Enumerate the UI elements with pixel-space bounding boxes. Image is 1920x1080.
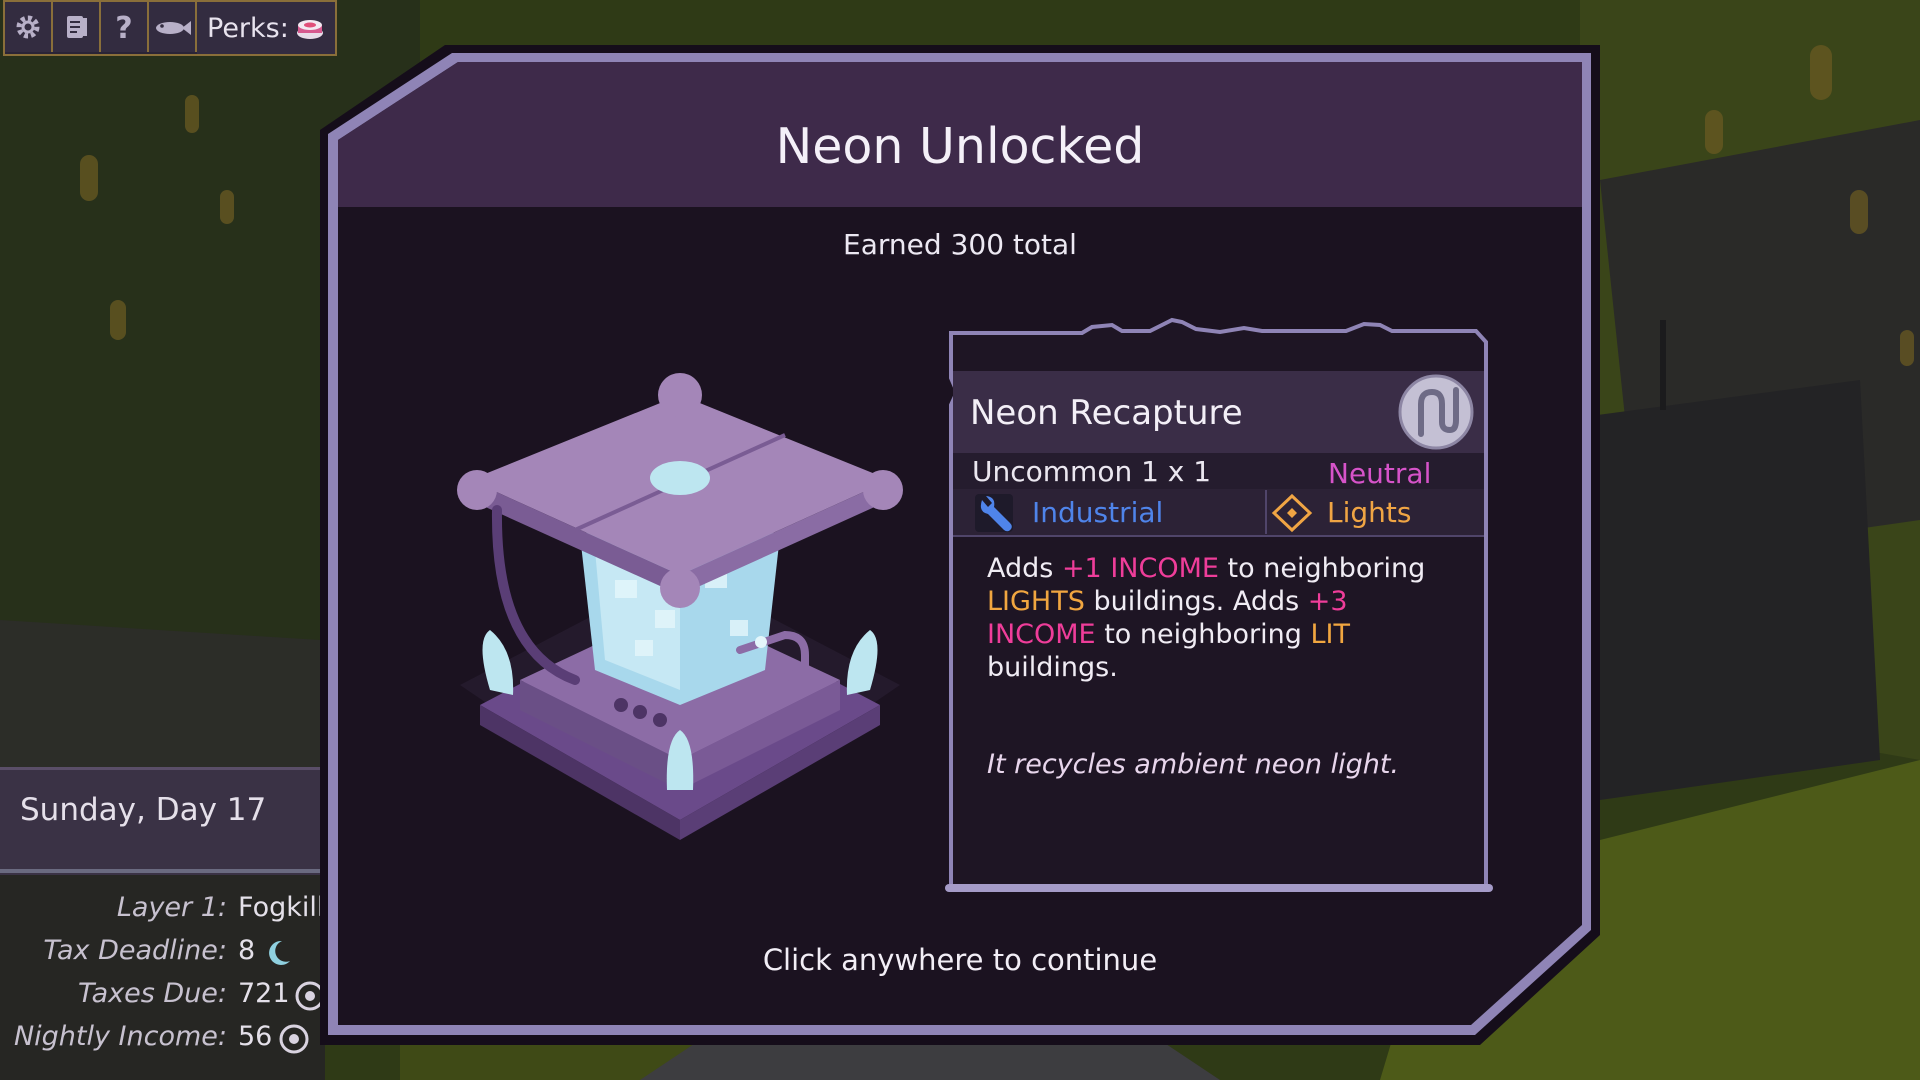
gear-icon	[16, 15, 40, 39]
stat-value: Fogkill	[238, 892, 325, 923]
help-button[interactable]: ?	[101, 2, 149, 52]
continue-prompt[interactable]: Click anywhere to continue	[340, 943, 1580, 977]
coin-icon	[295, 981, 325, 1011]
fish-icon	[156, 21, 191, 35]
coin-icon	[279, 1024, 309, 1054]
date-divider	[0, 869, 322, 873]
current-date: Sunday, Day 17	[20, 792, 267, 828]
stat-label: Layer 1:	[116, 892, 227, 923]
notes-button[interactable]	[53, 2, 101, 52]
stat-value: 721	[238, 978, 290, 1009]
moon-icon	[269, 940, 290, 965]
stat-label: Taxes Due:	[77, 978, 227, 1009]
stats-panel: Layer 1: Fogkill Tax Deadline: 8 Taxes D…	[0, 875, 325, 1080]
stat-label: Nightly Income:	[13, 1021, 227, 1052]
perks-button[interactable]: Perks:	[197, 2, 335, 54]
stat-value: 56	[238, 1021, 273, 1052]
stat-row-layer: Layer 1: Fogkill	[0, 892, 325, 932]
date-panel: Sunday, Day 17	[0, 767, 322, 875]
stat-row-nightly-income: Nightly Income: 56	[0, 1021, 325, 1061]
svg-text:?: ?	[115, 11, 132, 44]
question-icon: ?	[115, 11, 132, 44]
top-toolbar: ? Perks:	[3, 0, 337, 56]
stat-row-taxes-due: Taxes Due: 721	[0, 978, 325, 1018]
fish-button[interactable]	[149, 2, 197, 52]
stat-row-tax-deadline: Tax Deadline: 8	[0, 935, 325, 975]
stat-value: 8	[238, 935, 256, 966]
perks-label: Perks:	[207, 12, 289, 44]
notes-icon	[67, 16, 87, 38]
cake-icon	[296, 20, 323, 39]
stat-label: Tax Deadline:	[43, 935, 227, 966]
settings-button[interactable]	[5, 2, 53, 52]
